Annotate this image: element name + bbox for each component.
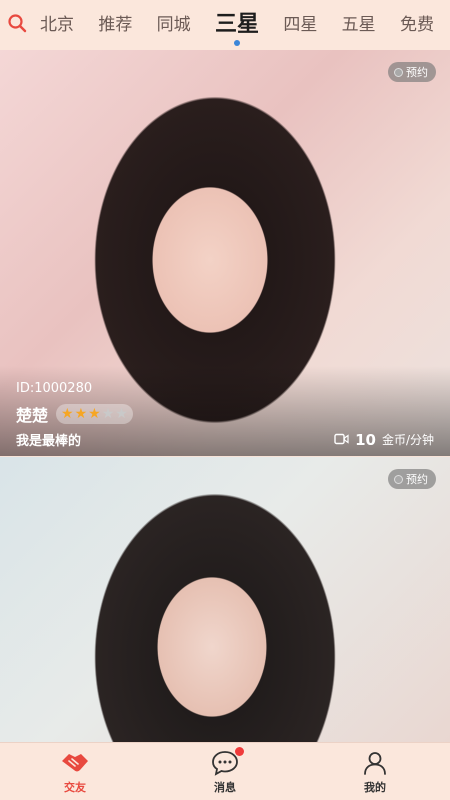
tab-beijing[interactable]: 北京 xyxy=(38,0,76,50)
notification-dot xyxy=(235,747,244,756)
star-icon: ★ xyxy=(74,406,88,422)
nav-friends-label: 交友 xyxy=(64,780,86,794)
nav-profile-label: 我的 xyxy=(364,780,386,794)
star-icon: ★ xyxy=(88,406,101,422)
nav-profile[interactable]: 我的 xyxy=(300,743,450,800)
category-tabs: 北京 推荐 同城 三星 四星 五星 免费 xyxy=(34,0,450,50)
profile-card[interactable]: 预约 ID:1000280 楚楚 ★ ★ ★ ★ ★ 我是最棒的 10 金币/分… xyxy=(0,50,450,456)
top-tab-bar: 北京 推荐 同城 三星 四星 五星 免费 xyxy=(0,0,450,50)
reserve-dot-icon xyxy=(394,67,403,77)
price-value: 10 xyxy=(355,430,376,449)
nav-friends[interactable]: 交友 xyxy=(0,743,150,800)
nav-messages-label: 消息 xyxy=(214,780,236,794)
reserve-badge-label: 预约 xyxy=(406,66,428,79)
reserve-dot-icon xyxy=(394,474,403,484)
reserve-badge-label: 预约 xyxy=(406,473,428,486)
tab-four-star[interactable]: 四星 xyxy=(281,0,319,50)
call-price: 10 金币/分钟 xyxy=(334,430,434,449)
profile-card[interactable]: 预约 xyxy=(0,457,450,742)
price-unit: 金币/分钟 xyxy=(381,433,434,447)
star-icon: ★ xyxy=(61,406,74,422)
tab-five-star[interactable]: 五星 xyxy=(340,0,378,50)
profile-bio: 我是最棒的 xyxy=(16,434,82,449)
profile-name: 楚楚 xyxy=(16,406,49,425)
reserve-badge[interactable]: 预约 xyxy=(388,62,436,82)
bottom-navigation: 交友 消息 我的 xyxy=(0,742,450,800)
search-icon xyxy=(7,13,27,37)
tab-nearby[interactable]: 同城 xyxy=(155,0,193,50)
profile-name-row: 楚楚 ★ ★ ★ ★ ★ xyxy=(16,402,133,426)
star-icon: ★ xyxy=(115,406,128,422)
nav-messages[interactable]: 消息 xyxy=(150,743,300,800)
star-icon: ★ xyxy=(101,406,115,422)
person-icon xyxy=(362,749,388,777)
tab-free[interactable]: 免费 xyxy=(398,0,436,50)
tab-recommend[interactable]: 推荐 xyxy=(96,0,134,50)
profile-id: ID:1000280 xyxy=(16,381,93,396)
star-rating: ★ ★ ★ ★ ★ xyxy=(56,404,133,424)
video-camera-icon xyxy=(334,430,349,449)
reserve-badge[interactable]: 预约 xyxy=(388,469,436,489)
search-button[interactable] xyxy=(0,0,34,50)
handshake-icon xyxy=(60,749,90,777)
tab-three-star[interactable]: 三星 xyxy=(213,0,261,50)
